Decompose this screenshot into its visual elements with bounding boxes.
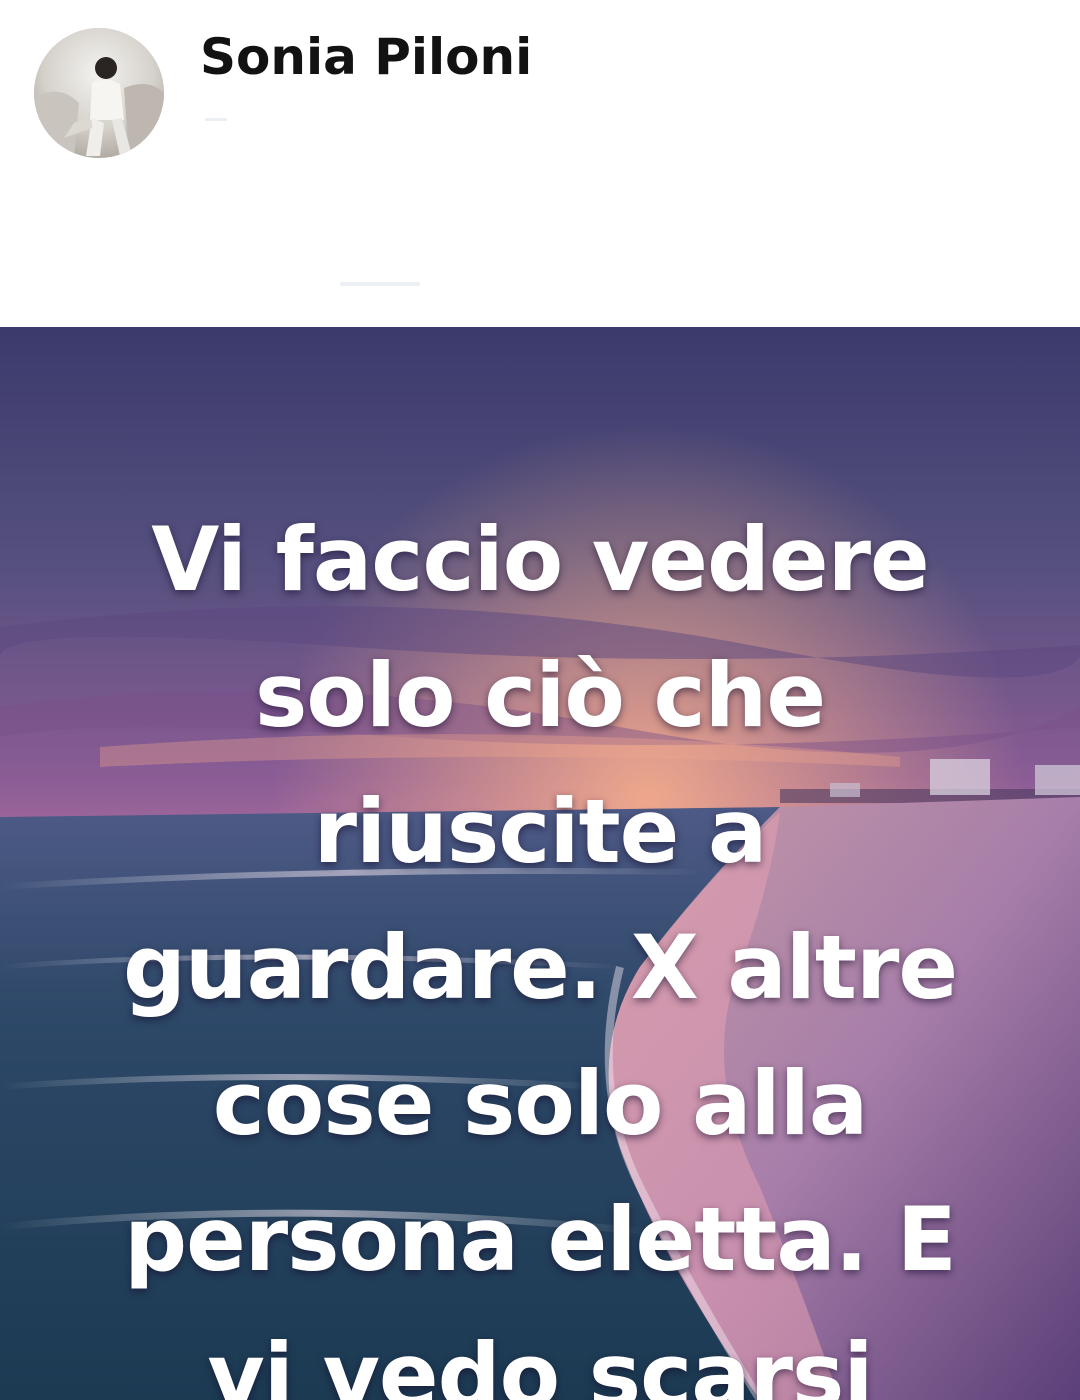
author-name[interactable]: Sonia Piloni [200,28,532,86]
profile-photo-icon [34,28,164,158]
quote-line: solo ciò che [254,644,826,747]
quote-line: Vi faccio vedere [151,508,929,611]
quote-line: vi vedo scarsi [207,1324,873,1400]
post-image[interactable]: Vi faccio vedere solo ciò che riuscite a… [0,327,1080,1400]
quote-text: Vi faccio vedere solo ciò che riuscite a… [60,492,1020,1400]
avatar[interactable] [34,28,164,158]
quote-line: cose solo alla [212,1052,869,1155]
quote-line: guardare. X altre [122,916,958,1019]
quote-line: riuscite a [313,780,768,883]
post-view: Sonia Piloni Vi faccio vedere solo ciò c… [0,0,1080,1400]
faint-artifact [340,282,420,286]
quote-line: persona eletta. E [124,1188,957,1291]
faint-artifact [205,118,227,121]
